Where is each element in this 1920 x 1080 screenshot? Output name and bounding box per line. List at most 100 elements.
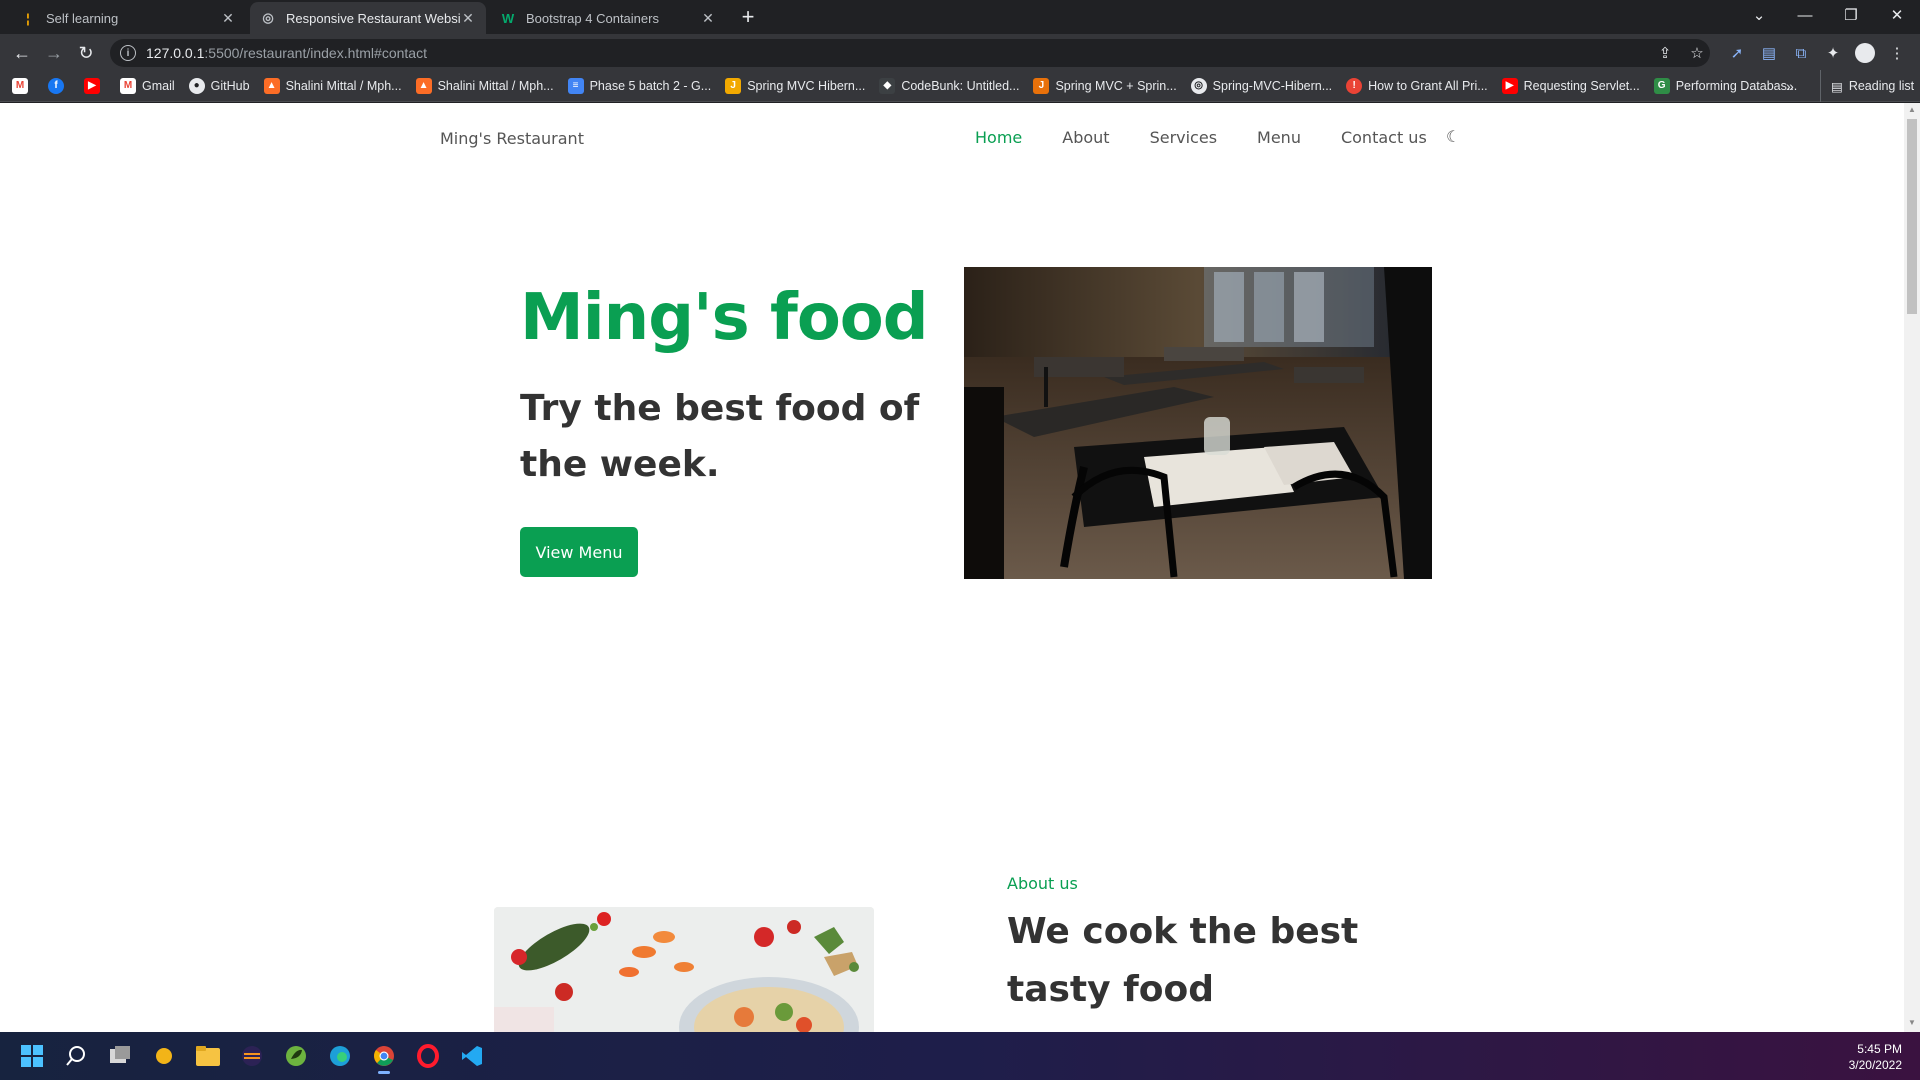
nav-about[interactable]: About xyxy=(1062,128,1109,147)
spring-tool-suite-icon[interactable] xyxy=(280,1040,312,1072)
close-tab-icon[interactable]: ✕ xyxy=(700,10,716,27)
windows-start-icon[interactable] xyxy=(16,1040,48,1072)
page-viewport: Ming's Restaurant Home About Services Me… xyxy=(0,103,1920,1032)
youtube-icon: ▶ xyxy=(1501,77,1518,94)
docs-icon: ≡ xyxy=(567,77,584,94)
weather-sun-icon xyxy=(156,1048,172,1064)
task-view-glyph xyxy=(110,1046,130,1063)
bookmark-item[interactable]: ▲ Shalini Mittal / Mph... xyxy=(263,77,402,94)
bookmark-label: How to Grant All Pri... xyxy=(1368,78,1488,93)
nav-home[interactable]: Home xyxy=(975,128,1022,147)
scroll-up-icon[interactable]: ▲ xyxy=(1907,105,1917,117)
close-tab-icon[interactable]: ✕ xyxy=(220,10,236,27)
bookmark-item[interactable]: ≡ Phase 5 batch 2 - G... xyxy=(567,77,712,94)
new-tab-button[interactable]: + xyxy=(736,6,760,30)
back-button[interactable]: ← xyxy=(10,41,34,65)
edge-browser-icon[interactable] xyxy=(324,1040,356,1072)
w3schools-icon: W xyxy=(501,10,515,26)
scrollbar-thumb[interactable] xyxy=(1907,119,1917,314)
widgets-icon[interactable] xyxy=(148,1040,180,1072)
magnifier-icon xyxy=(66,1046,85,1066)
chrome-browser-icon[interactable] xyxy=(368,1040,400,1074)
bookmark-label: Spring MVC + Sprin... xyxy=(1055,78,1177,93)
eclipse-icon[interactable] xyxy=(236,1040,268,1072)
bookmark-item[interactable]: J Spring MVC + Sprin... xyxy=(1033,77,1177,94)
reading-list-button[interactable]: ▤ Reading list xyxy=(1820,70,1914,102)
browser-toolbar: ← → ↻ i 127.0.0.1:5500/restaurant/index.… xyxy=(0,34,1920,70)
bookmark-facebook[interactable]: f xyxy=(48,77,70,94)
tab-title: Bootstrap 4 Containers xyxy=(526,10,659,26)
more-menu-icon[interactable]: ⋮ xyxy=(1886,42,1908,64)
bookmark-label: CodeBunk: Untitled... xyxy=(901,78,1020,93)
url-host: 127.0.0.1 xyxy=(146,45,205,61)
scroll-down-icon[interactable]: ▼ xyxy=(1907,1018,1917,1030)
bookmark-item[interactable]: ▶ Requesting Servlet... xyxy=(1501,77,1640,94)
bookmark-item[interactable]: J Spring MVC Hibern... xyxy=(725,77,866,94)
forward-button[interactable]: → xyxy=(42,41,66,65)
taskbar-clock[interactable]: 5:45 PM 3/20/2022 xyxy=(1849,1041,1902,1073)
extensions-puzzle-icon[interactable]: ✦ xyxy=(1822,42,1844,64)
analytics-icon: ¦ xyxy=(26,10,30,26)
gmail-icon: M xyxy=(120,77,136,94)
opera-browser-icon[interactable] xyxy=(412,1040,444,1072)
task-view-icon[interactable] xyxy=(104,1040,136,1072)
bookmark-item[interactable]: ● GitHub xyxy=(188,77,250,94)
close-tab-icon[interactable]: ✕ xyxy=(460,10,476,27)
search-icon[interactable] xyxy=(60,1040,92,1072)
bookmark-youtube[interactable]: ▶ xyxy=(84,77,106,94)
vscode-icon[interactable] xyxy=(456,1040,488,1072)
about-section-title: We cook the best tasty food xyxy=(1007,911,1359,1010)
bookmark-label: GitHub xyxy=(210,78,250,93)
spring-icon: J xyxy=(1033,77,1050,94)
eclipse-glyph xyxy=(242,1046,262,1066)
tab-search-icon[interactable]: ⌄ xyxy=(1736,0,1782,30)
bookmark-item[interactable]: ◆ CodeBunk: Untitled... xyxy=(879,77,1020,94)
profile-avatar[interactable] xyxy=(1854,42,1876,64)
bookmark-label: Requesting Servlet... xyxy=(1523,78,1640,93)
bookmark-label: Spring MVC Hibern... xyxy=(747,78,866,93)
extension-window-icon[interactable]: ▤ xyxy=(1758,42,1780,64)
chrome-glyph xyxy=(374,1046,394,1066)
nav-menu[interactable]: Menu xyxy=(1257,128,1301,147)
site-info-icon[interactable]: i xyxy=(120,45,136,61)
site-nav-links: Home About Services Menu Contact us xyxy=(975,128,1467,147)
file-explorer-icon[interactable] xyxy=(192,1040,224,1072)
tab-self-learning[interactable]: ¦ Self learning ✕ xyxy=(10,2,246,34)
bookmark-label: Spring-MVC-Hibern... xyxy=(1212,78,1333,93)
star-icon[interactable]: ☆ xyxy=(1686,42,1708,64)
share-icon[interactable]: ⇪ xyxy=(1654,42,1676,64)
copy-extension-icon[interactable]: ⧉ xyxy=(1790,42,1812,64)
view-menu-button[interactable]: View Menu xyxy=(520,527,638,577)
globe-icon: ◎ xyxy=(1190,77,1207,94)
extension-cursor-icon[interactable]: ➚ xyxy=(1726,42,1748,64)
address-bar[interactable]: i 127.0.0.1:5500/restaurant/index.html#c… xyxy=(110,39,1710,67)
page-scrollbar[interactable]: ▲ ▼ xyxy=(1904,103,1920,1032)
bookmark-item[interactable]: ▲ Shalini Mittal / Mph... xyxy=(415,77,554,94)
theme-toggle-moon-icon[interactable]: ☾ xyxy=(1446,127,1466,147)
nav-services[interactable]: Services xyxy=(1150,128,1217,147)
bookmark-j-icon: J xyxy=(725,77,742,94)
reading-list-icon: ▤ xyxy=(1831,79,1843,94)
restore-button[interactable]: ❐ xyxy=(1828,0,1874,30)
reading-list-label: Reading list xyxy=(1848,79,1915,93)
restaurant-interior-illustration xyxy=(964,267,1432,579)
bookmark-item[interactable]: ◎ Spring-MVC-Hibern... xyxy=(1190,77,1333,94)
tab-responsive-restaurant[interactable]: ◎ Responsive Restaurant Website ✕ xyxy=(250,2,486,34)
tab-bootstrap-containers[interactable]: W Bootstrap 4 Containers ✕ xyxy=(490,2,726,34)
bookmark-label: Phase 5 batch 2 - G... xyxy=(589,78,712,93)
restaurant-interior-image xyxy=(964,267,1432,579)
bookmark-item[interactable]: M Gmail xyxy=(120,77,175,94)
bookmark-label: Shalini Mittal / Mph... xyxy=(285,78,402,93)
url-path: :5500/restaurant/index.html#contact xyxy=(204,45,427,61)
bookmark-item[interactable]: G Performing Databas... xyxy=(1653,77,1797,94)
minimize-button[interactable]: — xyxy=(1782,0,1828,30)
bookmark-gmail-mini[interactable]: M xyxy=(12,77,34,94)
bookmark-item[interactable]: ! How to Grant All Pri... xyxy=(1346,77,1488,94)
gitlab-icon: ▲ xyxy=(415,77,432,94)
more-bookmarks-icon[interactable]: » xyxy=(1786,78,1794,94)
facebook-icon: f xyxy=(48,77,64,94)
site-brand[interactable]: Ming's Restaurant xyxy=(440,129,584,148)
close-window-button[interactable]: ✕ xyxy=(1874,0,1920,30)
nav-contact[interactable]: Contact us xyxy=(1341,128,1427,147)
reload-button[interactable]: ↻ xyxy=(74,41,98,65)
